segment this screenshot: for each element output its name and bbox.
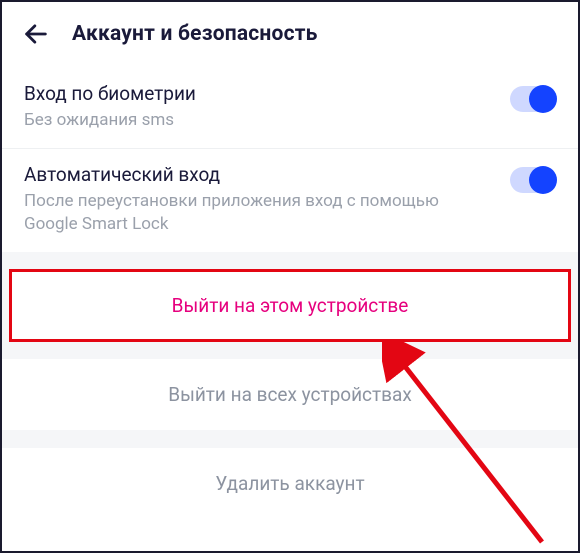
delete-account-button[interactable]: Удалить аккаунт [2, 448, 578, 519]
logout-all-devices-button[interactable]: Выйти на всех устройствах [2, 359, 578, 430]
toggle-knob-icon [529, 85, 557, 113]
logout-this-device-button[interactable]: Выйти на этом устройстве [10, 270, 570, 341]
back-arrow-icon[interactable] [22, 20, 50, 48]
setting-auto-login[interactable]: Автоматический вход После переустановки … [2, 149, 578, 252]
setting-title: Автоматический вход [24, 163, 490, 186]
actions-section: Выйти на этом устройстве Выйти на всех у… [2, 252, 578, 519]
toggle-biometric[interactable] [510, 86, 556, 112]
toggle-knob-icon [529, 166, 557, 194]
setting-subtitle: После переустановки приложения вход с по… [24, 190, 490, 236]
setting-title: Вход по биометрии [24, 82, 490, 105]
page-title: Аккаунт и безопасность [72, 22, 318, 46]
setting-subtitle: Без ожидания sms [24, 109, 490, 132]
header: Аккаунт и безопасность [2, 2, 578, 68]
toggle-auto-login[interactable] [510, 167, 556, 193]
setting-biometric-login[interactable]: Вход по биометрии Без ожидания sms [2, 68, 578, 148]
